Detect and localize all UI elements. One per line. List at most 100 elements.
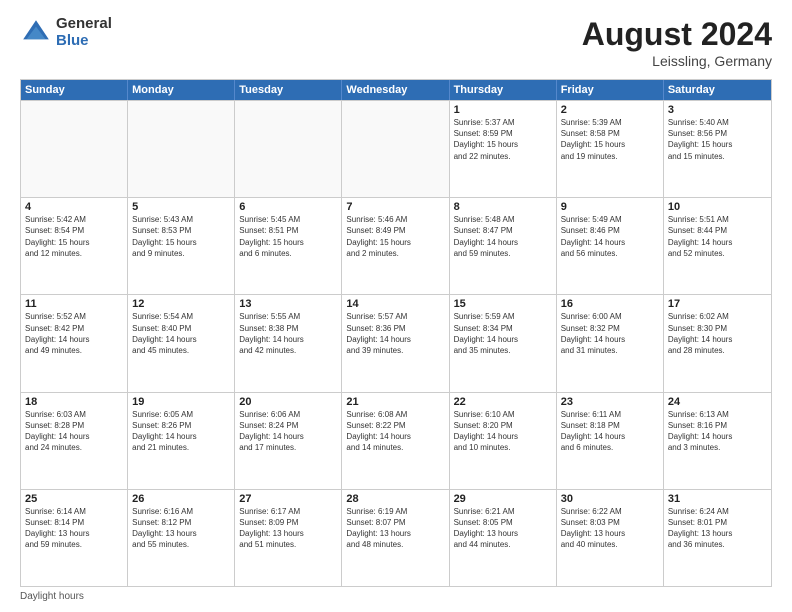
day-number: 22 [454,396,552,408]
day-info: Sunrise: 5:42 AM Sunset: 8:54 PM Dayligh… [25,214,123,259]
calendar-cell: 21Sunrise: 6:08 AM Sunset: 8:22 PM Dayli… [342,393,449,489]
day-number: 14 [346,298,444,310]
calendar-cell: 1Sunrise: 5:37 AM Sunset: 8:59 PM Daylig… [450,101,557,197]
calendar-row: 11Sunrise: 5:52 AM Sunset: 8:42 PM Dayli… [21,294,771,391]
day-info: Sunrise: 6:13 AM Sunset: 8:16 PM Dayligh… [668,409,767,454]
calendar-header-day: Thursday [450,80,557,100]
calendar-header-day: Saturday [664,80,771,100]
calendar-cell: 30Sunrise: 6:22 AM Sunset: 8:03 PM Dayli… [557,490,664,586]
calendar-cell: 14Sunrise: 5:57 AM Sunset: 8:36 PM Dayli… [342,295,449,391]
day-info: Sunrise: 5:37 AM Sunset: 8:59 PM Dayligh… [454,117,552,162]
day-info: Sunrise: 5:40 AM Sunset: 8:56 PM Dayligh… [668,117,767,162]
day-info: Sunrise: 6:22 AM Sunset: 8:03 PM Dayligh… [561,506,659,551]
day-number: 30 [561,493,659,505]
calendar-cell: 12Sunrise: 5:54 AM Sunset: 8:40 PM Dayli… [128,295,235,391]
title-location: Leissling, Germany [582,53,772,69]
day-number: 10 [668,201,767,213]
day-number: 9 [561,201,659,213]
day-info: Sunrise: 5:51 AM Sunset: 8:44 PM Dayligh… [668,214,767,259]
day-number: 4 [25,201,123,213]
header: General Blue August 2024 Leissling, Germ… [20,16,772,69]
calendar-cell: 2Sunrise: 5:39 AM Sunset: 8:58 PM Daylig… [557,101,664,197]
calendar-cell: 29Sunrise: 6:21 AM Sunset: 8:05 PM Dayli… [450,490,557,586]
day-info: Sunrise: 5:43 AM Sunset: 8:53 PM Dayligh… [132,214,230,259]
calendar-header: SundayMondayTuesdayWednesdayThursdayFrid… [21,80,771,100]
day-info: Sunrise: 5:54 AM Sunset: 8:40 PM Dayligh… [132,311,230,356]
day-info: Sunrise: 6:24 AM Sunset: 8:01 PM Dayligh… [668,506,767,551]
day-number: 21 [346,396,444,408]
day-info: Sunrise: 6:08 AM Sunset: 8:22 PM Dayligh… [346,409,444,454]
calendar-cell: 28Sunrise: 6:19 AM Sunset: 8:07 PM Dayli… [342,490,449,586]
day-number: 2 [561,104,659,116]
calendar-cell: 9Sunrise: 5:49 AM Sunset: 8:46 PM Daylig… [557,198,664,294]
calendar-cell: 13Sunrise: 5:55 AM Sunset: 8:38 PM Dayli… [235,295,342,391]
day-info: Sunrise: 6:19 AM Sunset: 8:07 PM Dayligh… [346,506,444,551]
day-info: Sunrise: 5:52 AM Sunset: 8:42 PM Dayligh… [25,311,123,356]
calendar-cell-empty [21,101,128,197]
day-info: Sunrise: 5:39 AM Sunset: 8:58 PM Dayligh… [561,117,659,162]
day-number: 6 [239,201,337,213]
calendar-body: 1Sunrise: 5:37 AM Sunset: 8:59 PM Daylig… [21,100,771,586]
day-info: Sunrise: 6:16 AM Sunset: 8:12 PM Dayligh… [132,506,230,551]
calendar-cell: 25Sunrise: 6:14 AM Sunset: 8:14 PM Dayli… [21,490,128,586]
page: General Blue August 2024 Leissling, Germ… [0,0,792,612]
calendar-cell-empty [342,101,449,197]
day-number: 8 [454,201,552,213]
calendar-cell: 19Sunrise: 6:05 AM Sunset: 8:26 PM Dayli… [128,393,235,489]
day-number: 12 [132,298,230,310]
calendar-header-day: Tuesday [235,80,342,100]
day-number: 25 [25,493,123,505]
day-number: 28 [346,493,444,505]
calendar-cell: 20Sunrise: 6:06 AM Sunset: 8:24 PM Dayli… [235,393,342,489]
day-info: Sunrise: 6:05 AM Sunset: 8:26 PM Dayligh… [132,409,230,454]
calendar-cell: 6Sunrise: 5:45 AM Sunset: 8:51 PM Daylig… [235,198,342,294]
calendar-row: 18Sunrise: 6:03 AM Sunset: 8:28 PM Dayli… [21,392,771,489]
day-number: 1 [454,104,552,116]
calendar-cell: 18Sunrise: 6:03 AM Sunset: 8:28 PM Dayli… [21,393,128,489]
day-number: 17 [668,298,767,310]
calendar-cell: 5Sunrise: 5:43 AM Sunset: 8:53 PM Daylig… [128,198,235,294]
calendar-cell: 31Sunrise: 6:24 AM Sunset: 8:01 PM Dayli… [664,490,771,586]
calendar-cell-empty [235,101,342,197]
title-block: August 2024 Leissling, Germany [582,16,772,69]
day-info: Sunrise: 6:14 AM Sunset: 8:14 PM Dayligh… [25,506,123,551]
calendar-header-day: Monday [128,80,235,100]
calendar-row: 1Sunrise: 5:37 AM Sunset: 8:59 PM Daylig… [21,100,771,197]
day-info: Sunrise: 5:46 AM Sunset: 8:49 PM Dayligh… [346,214,444,259]
calendar-cell: 15Sunrise: 5:59 AM Sunset: 8:34 PM Dayli… [450,295,557,391]
calendar-cell: 10Sunrise: 5:51 AM Sunset: 8:44 PM Dayli… [664,198,771,294]
day-info: Sunrise: 5:49 AM Sunset: 8:46 PM Dayligh… [561,214,659,259]
calendar-cell: 4Sunrise: 5:42 AM Sunset: 8:54 PM Daylig… [21,198,128,294]
calendar-header-day: Wednesday [342,80,449,100]
calendar-cell: 26Sunrise: 6:16 AM Sunset: 8:12 PM Dayli… [128,490,235,586]
calendar-row: 25Sunrise: 6:14 AM Sunset: 8:14 PM Dayli… [21,489,771,586]
calendar-cell: 16Sunrise: 6:00 AM Sunset: 8:32 PM Dayli… [557,295,664,391]
footer-note: Daylight hours [20,591,772,602]
calendar-cell: 17Sunrise: 6:02 AM Sunset: 8:30 PM Dayli… [664,295,771,391]
logo-icon [20,17,52,49]
calendar-cell: 22Sunrise: 6:10 AM Sunset: 8:20 PM Dayli… [450,393,557,489]
logo-text: General Blue [56,16,112,49]
day-info: Sunrise: 5:57 AM Sunset: 8:36 PM Dayligh… [346,311,444,356]
day-number: 7 [346,201,444,213]
day-number: 20 [239,396,337,408]
day-number: 11 [25,298,123,310]
day-info: Sunrise: 6:21 AM Sunset: 8:05 PM Dayligh… [454,506,552,551]
day-number: 29 [454,493,552,505]
day-number: 19 [132,396,230,408]
day-info: Sunrise: 6:10 AM Sunset: 8:20 PM Dayligh… [454,409,552,454]
day-info: Sunrise: 6:06 AM Sunset: 8:24 PM Dayligh… [239,409,337,454]
day-info: Sunrise: 5:48 AM Sunset: 8:47 PM Dayligh… [454,214,552,259]
day-info: Sunrise: 6:11 AM Sunset: 8:18 PM Dayligh… [561,409,659,454]
day-info: Sunrise: 6:03 AM Sunset: 8:28 PM Dayligh… [25,409,123,454]
day-number: 13 [239,298,337,310]
logo: General Blue [20,16,112,49]
calendar-cell: 7Sunrise: 5:46 AM Sunset: 8:49 PM Daylig… [342,198,449,294]
calendar-cell: 8Sunrise: 5:48 AM Sunset: 8:47 PM Daylig… [450,198,557,294]
day-info: Sunrise: 6:17 AM Sunset: 8:09 PM Dayligh… [239,506,337,551]
logo-general: General [56,16,112,33]
day-number: 3 [668,104,767,116]
calendar-cell: 23Sunrise: 6:11 AM Sunset: 8:18 PM Dayli… [557,393,664,489]
day-info: Sunrise: 5:55 AM Sunset: 8:38 PM Dayligh… [239,311,337,356]
day-number: 18 [25,396,123,408]
